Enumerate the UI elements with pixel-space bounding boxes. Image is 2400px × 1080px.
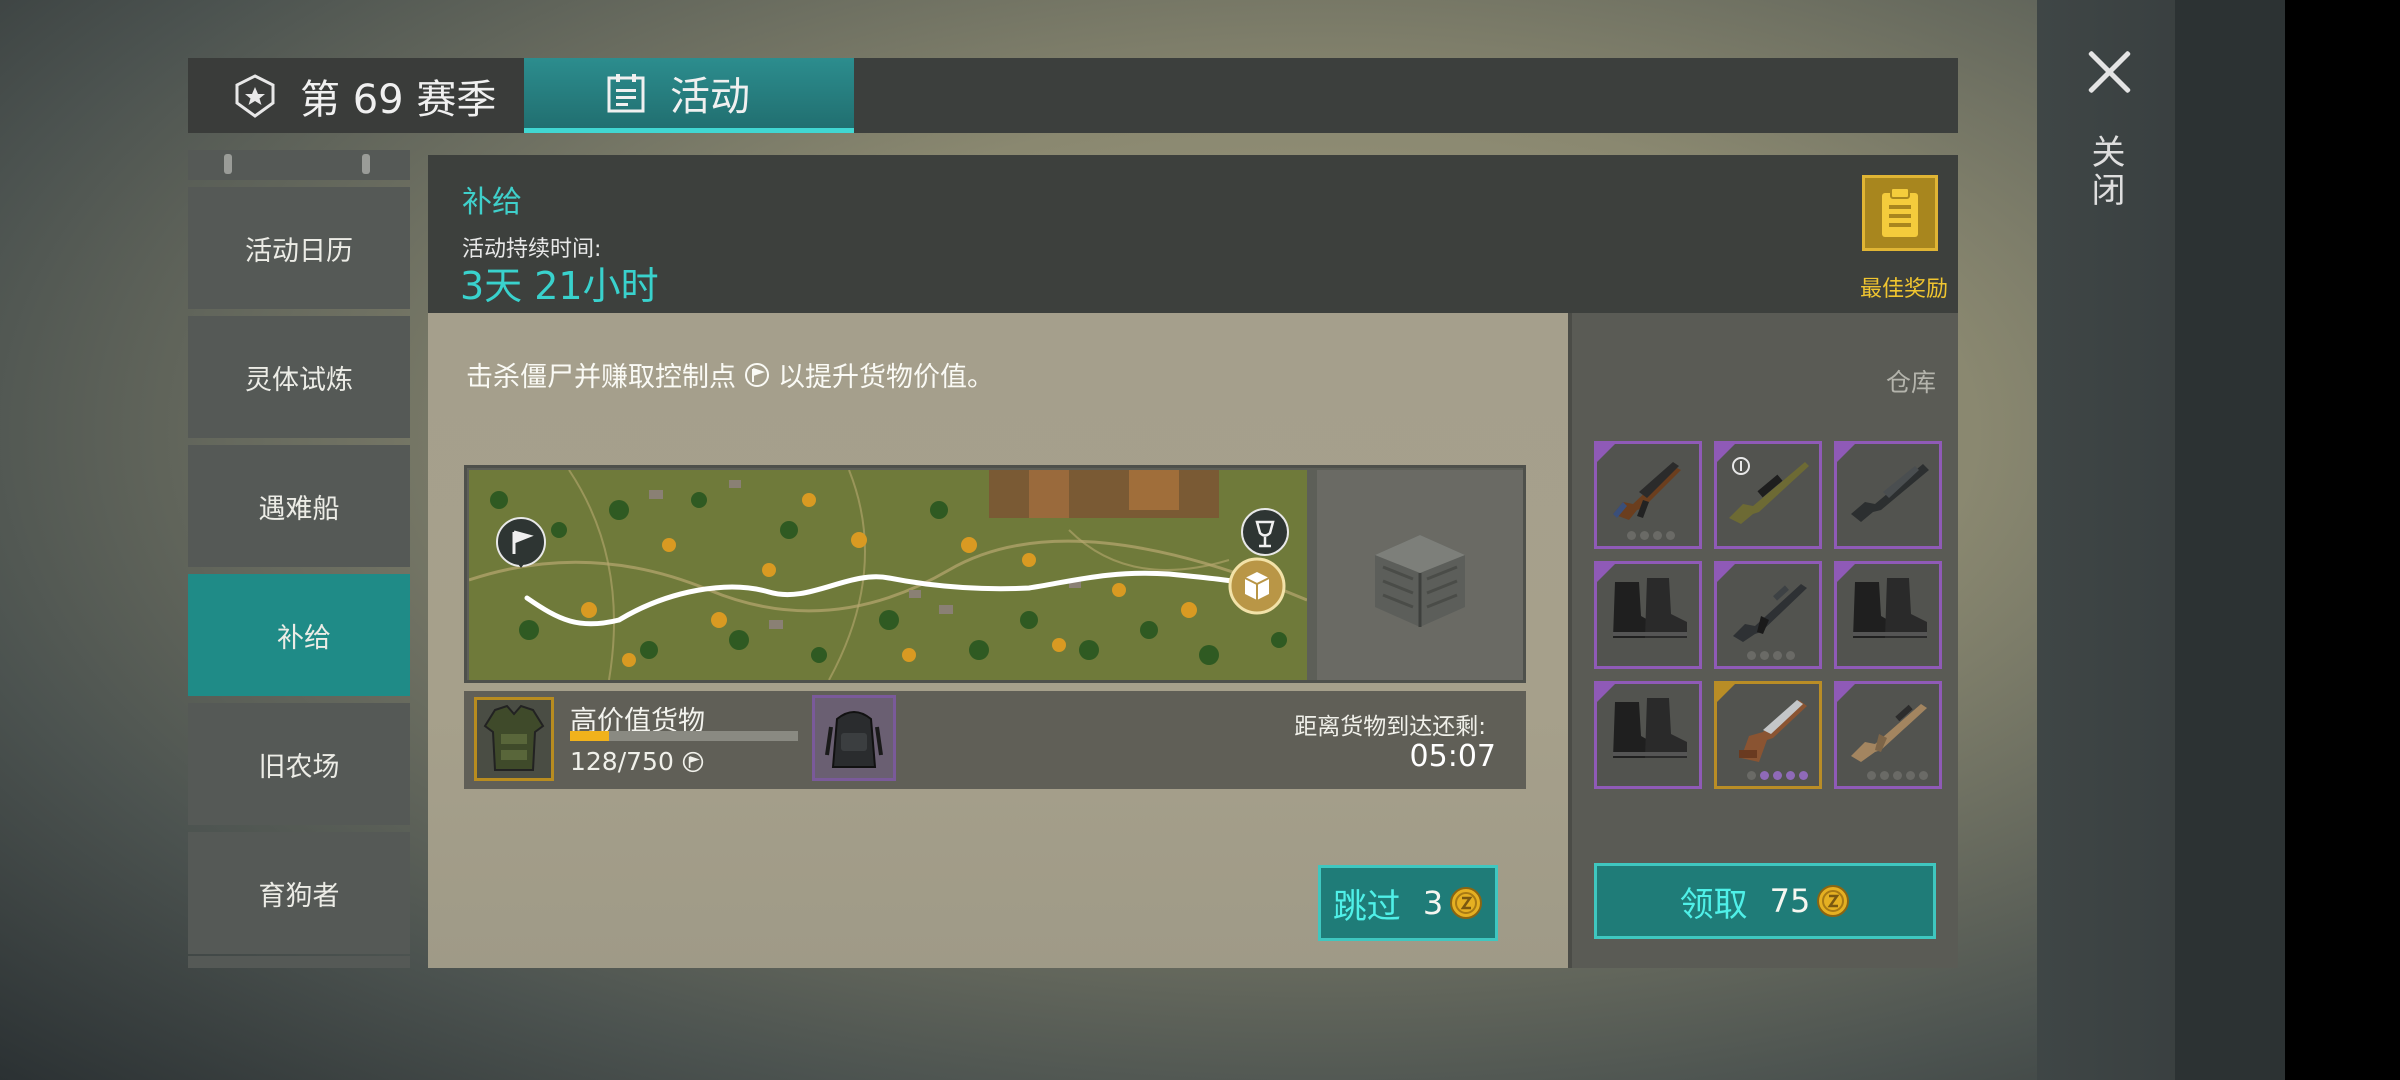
pistol-icon: [1739, 700, 1807, 762]
close-button[interactable]: 关闭: [2080, 48, 2136, 218]
season-badge-icon: [235, 73, 275, 118]
skip-cost: 3: [1422, 884, 1444, 922]
cargo-progress-count: 128/750: [570, 747, 704, 776]
event-body: 击杀僵尸并赚取控制点 以提升货物价值。 高价值货物 128/750 距离货物到达…: [428, 313, 1568, 968]
item-sniper-rifle[interactable]: [1714, 441, 1822, 549]
upgrade-dots: [1867, 771, 1928, 780]
sidebar-item-dog-breeder[interactable]: 育狗者: [188, 832, 410, 954]
event-title: 补给: [462, 185, 522, 220]
storage-label: 仓库: [1885, 368, 1936, 397]
storage-grid: [1594, 441, 1942, 789]
duration-value: 3天 21小时: [460, 264, 659, 308]
description-text: 击杀僵尸并赚取控制点: [466, 362, 736, 393]
best-reward-button[interactable]: [1862, 175, 1938, 251]
sidebar-item-supply[interactable]: 补给: [188, 574, 410, 696]
supply-crate-icon: [1375, 535, 1465, 627]
supply-crate-preview: [1317, 470, 1523, 680]
backpack-icon[interactable]: [812, 695, 896, 781]
calendar-list-icon: [607, 74, 645, 113]
control-point-flag-icon: [682, 751, 704, 772]
arrival-timer: 05:07: [1409, 739, 1496, 774]
route-map-image: [469, 470, 1307, 680]
close-label: 关闭: [2085, 134, 2125, 210]
item-combat-boots[interactable]: [1594, 561, 1702, 669]
combat-boots-icon: [1613, 698, 1687, 758]
assault-rifle-icon: [1733, 584, 1807, 642]
combat-boots-icon: [1853, 578, 1927, 638]
item-scar-rifle[interactable]: [1834, 681, 1942, 789]
description-text-end: 以提升货物价值。: [778, 362, 994, 393]
sidebar-item-label: 遇难船: [258, 493, 340, 525]
control-point-flag-icon: [745, 362, 769, 387]
item-combat-boots[interactable]: [1594, 681, 1702, 789]
sidebar-item-calendar[interactable]: 活动日历: [188, 187, 410, 309]
cargo-status-bar: 高价值货物 128/750 距离货物到达还剩: 05:07: [464, 691, 1526, 789]
sidebar-item-old-farm[interactable]: 旧农场: [188, 703, 410, 825]
item-combat-boots[interactable]: [1834, 561, 1942, 669]
cargo-progress-text: 128/750: [570, 747, 674, 776]
upgrade-dots: [1627, 531, 1675, 540]
storage-panel: 仓库 领取 75: [1568, 313, 1958, 968]
sidebar-item-next[interactable]: [188, 956, 410, 968]
sniper-rifle-icon: [1729, 457, 1809, 524]
tab-activity-label: 活动: [670, 74, 750, 120]
item-pistol[interactable]: [1714, 681, 1822, 789]
cargo-box-marker-icon: [1228, 557, 1286, 615]
event-sidebar[interactable]: 活动日历 灵体试炼 遇难船 补给 旧农场 育狗者: [188, 150, 410, 968]
armor-vest-icon[interactable]: [474, 697, 554, 781]
close-icon[interactable]: [2086, 48, 2132, 94]
supply-route-map: [464, 465, 1526, 683]
gold-coin-icon: [1817, 885, 1850, 917]
item-ak-rifle[interactable]: [1594, 441, 1702, 549]
scar-rifle-icon: [1851, 704, 1927, 762]
sidebar-item-shipwreck[interactable]: 遇难船: [188, 445, 410, 567]
clipboard-icon: [1882, 187, 1918, 237]
start-flag-marker-icon: [496, 517, 546, 568]
sidebar-item-label: 育狗者: [258, 880, 340, 912]
arrival-label: 距离货物到达还剩:: [1294, 714, 1486, 740]
cargo-progress-bar: [570, 731, 798, 741]
sidebar-item-spirit-trial[interactable]: 灵体试炼: [188, 316, 410, 438]
sidebar-scroll-handle[interactable]: [188, 150, 410, 180]
goblet-marker-icon: [1241, 508, 1289, 556]
sidebar-item-label: 活动日历: [245, 235, 353, 267]
event-description: 击杀僵尸并赚取控制点 以提升货物价值。: [466, 355, 994, 394]
event-header: 补给 活动持续时间: 3天 21小时 最佳奖励: [428, 155, 1958, 313]
sidebar-item-label: 灵体试炼: [245, 364, 353, 396]
skip-label: 跳过: [1332, 886, 1401, 927]
upgrade-dots: [1747, 651, 1795, 660]
tab-season-label: 第 69 赛季: [300, 76, 497, 123]
item-assault-rifle[interactable]: [1714, 561, 1822, 669]
best-reward-label: 最佳奖励: [1859, 277, 1948, 302]
claim-cost: 75: [1769, 882, 1811, 920]
skip-button[interactable]: 跳过 3: [1318, 865, 1498, 941]
tab-season[interactable]: 第 69 赛季: [188, 58, 524, 133]
claim-button[interactable]: 领取 75: [1594, 863, 1936, 939]
right-strip: [2037, 0, 2285, 1080]
sidebar-item-label: 补给: [277, 622, 331, 654]
screen-edge-bar: [2285, 0, 2400, 1080]
claim-label: 领取: [1679, 884, 1748, 925]
top-tab-bar: 第 69 赛季 活动: [188, 58, 1958, 133]
combat-boots-icon: [1613, 578, 1687, 638]
shotgun-icon: [1851, 464, 1929, 522]
upgrade-dots: [1747, 771, 1808, 780]
sidebar-item-label: 旧农场: [258, 751, 340, 783]
gold-coin-icon: [1450, 887, 1483, 919]
ak-rifle-icon: [1613, 462, 1681, 520]
tab-activity[interactable]: 活动: [524, 58, 854, 133]
item-shotgun[interactable]: [1834, 441, 1942, 549]
